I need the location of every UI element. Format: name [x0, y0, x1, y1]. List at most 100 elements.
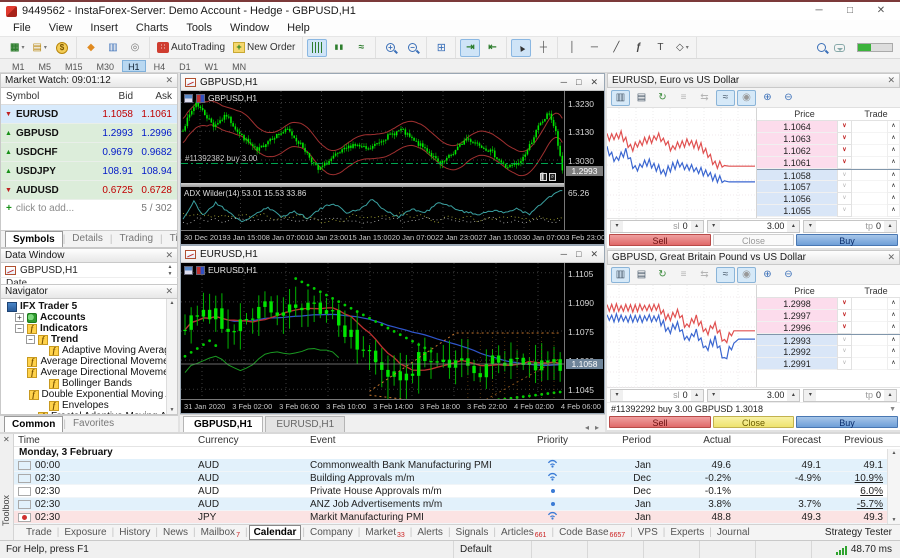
increment-button[interactable]: ▴	[691, 221, 703, 232]
line-chart-button[interactable]: ≈	[351, 39, 371, 57]
calendar-event-row[interactable]: 02:30AUDBuilding Approvals m/mDec-0.2%-4…	[14, 472, 900, 485]
toolbox-tab-market[interactable]: Market33	[361, 526, 408, 539]
candlestick-chart-button[interactable]: ▮▮	[329, 39, 349, 57]
column-time[interactable]: Time	[14, 435, 194, 446]
collapse-icon[interactable]: −	[15, 324, 24, 333]
timeframe-m1[interactable]: M1	[6, 60, 31, 72]
buy-spin-button[interactable]: ∧	[887, 346, 900, 358]
toolbox-tab-signals[interactable]: Signals	[452, 526, 493, 539]
buy-button[interactable]: Buy	[796, 234, 898, 246]
navigator-button[interactable]: ◎	[125, 39, 145, 57]
shapes-button[interactable]: ◇▾	[672, 39, 692, 57]
column-symbol[interactable]: Symbol	[1, 91, 85, 102]
market-watch-row[interactable]: ▲USDCHF0.96790.9682	[1, 143, 177, 162]
sell-spin-button[interactable]: ∨	[837, 157, 852, 169]
fibonacci-button[interactable]: ƒ	[628, 39, 648, 57]
bar-chart-button[interactable]	[307, 39, 327, 57]
vertical-line-button[interactable]: │	[562, 39, 582, 57]
menu-insert[interactable]: Insert	[81, 20, 127, 36]
increment-button[interactable]: ▴	[787, 390, 799, 401]
sl-field[interactable]: ▾sl0▴	[610, 389, 704, 402]
gbpusd-time-scale[interactable]: 30 Dec 20193 Jan 15:008 Jan 07:0010 Jan …	[181, 230, 604, 244]
buy-spin-button[interactable]: ∧	[887, 310, 900, 322]
tab-details[interactable]: Details	[65, 231, 110, 247]
timeframe-m5[interactable]: M5	[33, 60, 58, 72]
minimize-icon[interactable]: ─	[561, 77, 567, 88]
close-icon[interactable]: ✕	[887, 76, 895, 85]
sell-spin-button[interactable]: ∨	[837, 170, 852, 181]
decrement-button[interactable]: ▾	[804, 390, 816, 401]
symbols-button[interactable]: $	[52, 39, 72, 57]
close-icon[interactable]: ✕	[165, 287, 173, 296]
tree-item-average-directional-movement[interactable]: fAverage Directional Movement	[1, 367, 177, 378]
tab-ticks[interactable]: Ticks	[163, 231, 178, 247]
timeframe-w1[interactable]: W1	[199, 60, 225, 72]
toolbox-tab-alerts[interactable]: Alerts	[413, 526, 447, 539]
buy-spin-button[interactable]: ∧	[887, 133, 900, 145]
scroll-down-icon[interactable]: ▼	[892, 517, 897, 523]
market-watch-row[interactable]: ▼EURUSD1.10581.1061	[1, 105, 177, 124]
dom-volume-icon[interactable]: ◉	[737, 267, 756, 283]
calendar-event-row[interactable]: 02:30AUDPrivate House Approvals m/mDec-0…	[14, 485, 900, 498]
calendar-scrollbar[interactable]: ▲▼	[887, 449, 900, 524]
decrement-button[interactable]: ▾	[804, 221, 816, 232]
profiles-button[interactable]: ▤▾	[29, 39, 49, 57]
dom-depth-icon[interactable]: ≡	[674, 267, 693, 283]
dom-tick-chart[interactable]	[607, 285, 757, 387]
crosshair-button[interactable]: ┼	[533, 39, 553, 57]
scroll-left-icon[interactable]: ◂	[585, 423, 589, 432]
sell-spin-button[interactable]: ∨	[837, 133, 852, 145]
buy-spin-button[interactable]: ∧	[887, 358, 900, 370]
column-event[interactable]: Event	[306, 435, 520, 446]
gbpusd-price-plot[interactable]	[181, 91, 564, 183]
dom-transfer-icon[interactable]: ⇆	[695, 90, 714, 106]
column-forecast[interactable]: Forecast	[735, 435, 825, 446]
column-actual[interactable]: Actual	[655, 435, 735, 446]
column-priority[interactable]: Priority	[520, 435, 585, 446]
eurusd-price-plot[interactable]	[181, 263, 564, 399]
dom-refresh-icon[interactable]: ↻	[653, 90, 672, 106]
close-icon[interactable]: ✕	[887, 253, 895, 262]
toolbox-tab-mailbox[interactable]: Mailbox7	[197, 526, 244, 539]
data-window-scrollbar[interactable]: ▲▼	[165, 264, 177, 277]
tree-item-accounts[interactable]: +Accounts	[1, 312, 177, 323]
chart-tab-eurusd-h1[interactable]: EURUSD,H1	[265, 416, 345, 432]
column-period[interactable]: Period	[585, 435, 655, 446]
tab-symbols[interactable]: Symbols	[5, 231, 63, 247]
auto-scroll-button[interactable]: ⇥	[460, 39, 480, 57]
column-previous[interactable]: Previous	[825, 435, 887, 446]
close-icon[interactable]: ✕	[3, 435, 10, 444]
toolbox-tab-code-base[interactable]: Code Base6657	[555, 526, 629, 539]
close-icon[interactable]: ✕	[165, 251, 173, 260]
tree-item-bollinger-bands[interactable]: fBollinger Bands	[1, 378, 177, 389]
menu-view[interactable]: View	[40, 20, 82, 36]
buy-spin-button[interactable]: ∧	[887, 121, 900, 133]
cursor-button[interactable]: ▲	[511, 39, 531, 57]
decrement-button[interactable]: ▾	[708, 221, 720, 232]
menu-window[interactable]: Window	[221, 20, 278, 36]
sl-field[interactable]: ▾sl0▴	[610, 220, 704, 233]
tree-item-envelopes[interactable]: fEnvelopes	[1, 400, 177, 411]
buy-spin-button[interactable]: ∧	[887, 193, 900, 205]
tab-favorites[interactable]: Favorites	[66, 416, 121, 432]
dom-zoom-out-icon[interactable]: ⊖	[779, 267, 798, 283]
scroll-up-icon[interactable]: ▲	[170, 300, 175, 306]
dom-volume-icon[interactable]: ◉	[737, 90, 756, 106]
decrement-button[interactable]: ▾	[708, 390, 720, 401]
zoom-in-button[interactable]: +	[380, 39, 400, 57]
dom-tick-chart[interactable]	[607, 108, 757, 218]
scroll-up-icon[interactable]: ▲	[168, 264, 173, 270]
increment-button[interactable]: ▴	[691, 390, 703, 401]
dom-book-icon[interactable]: ▤	[632, 90, 651, 106]
sell-spin-button[interactable]: ∨	[837, 346, 852, 358]
buy-spin-button[interactable]: ∧	[887, 322, 900, 334]
chart-shift-button[interactable]: ⇤	[482, 39, 502, 57]
tree-item-adaptive-moving-average[interactable]: fAdaptive Moving Average	[1, 345, 177, 356]
market-watch-row[interactable]: ▼AUDUSD0.67250.6728	[1, 181, 177, 200]
dom-chart-icon[interactable]: ▥	[611, 267, 630, 283]
column-ask[interactable]: Ask	[133, 91, 177, 102]
dom-refresh-icon[interactable]: ↻	[653, 267, 672, 283]
eurusd-time-scale[interactable]: 31 Jan 20203 Feb 02:003 Feb 06:003 Feb 1…	[181, 399, 604, 413]
scroll-up-icon[interactable]: ▲	[892, 450, 897, 456]
sell-spin-button[interactable]: ∨	[837, 145, 852, 157]
